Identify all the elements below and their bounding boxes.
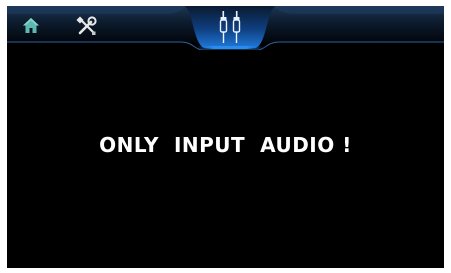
screen: ONLY INPUT AUDIO ! xyxy=(7,6,444,268)
home-icon[interactable] xyxy=(22,17,40,35)
tools-icon[interactable] xyxy=(76,16,98,36)
top-bar xyxy=(7,6,444,50)
rca-audio-cable-icon[interactable] xyxy=(219,10,241,44)
only-input-audio-message: ONLY INPUT AUDIO ! xyxy=(99,133,352,157)
